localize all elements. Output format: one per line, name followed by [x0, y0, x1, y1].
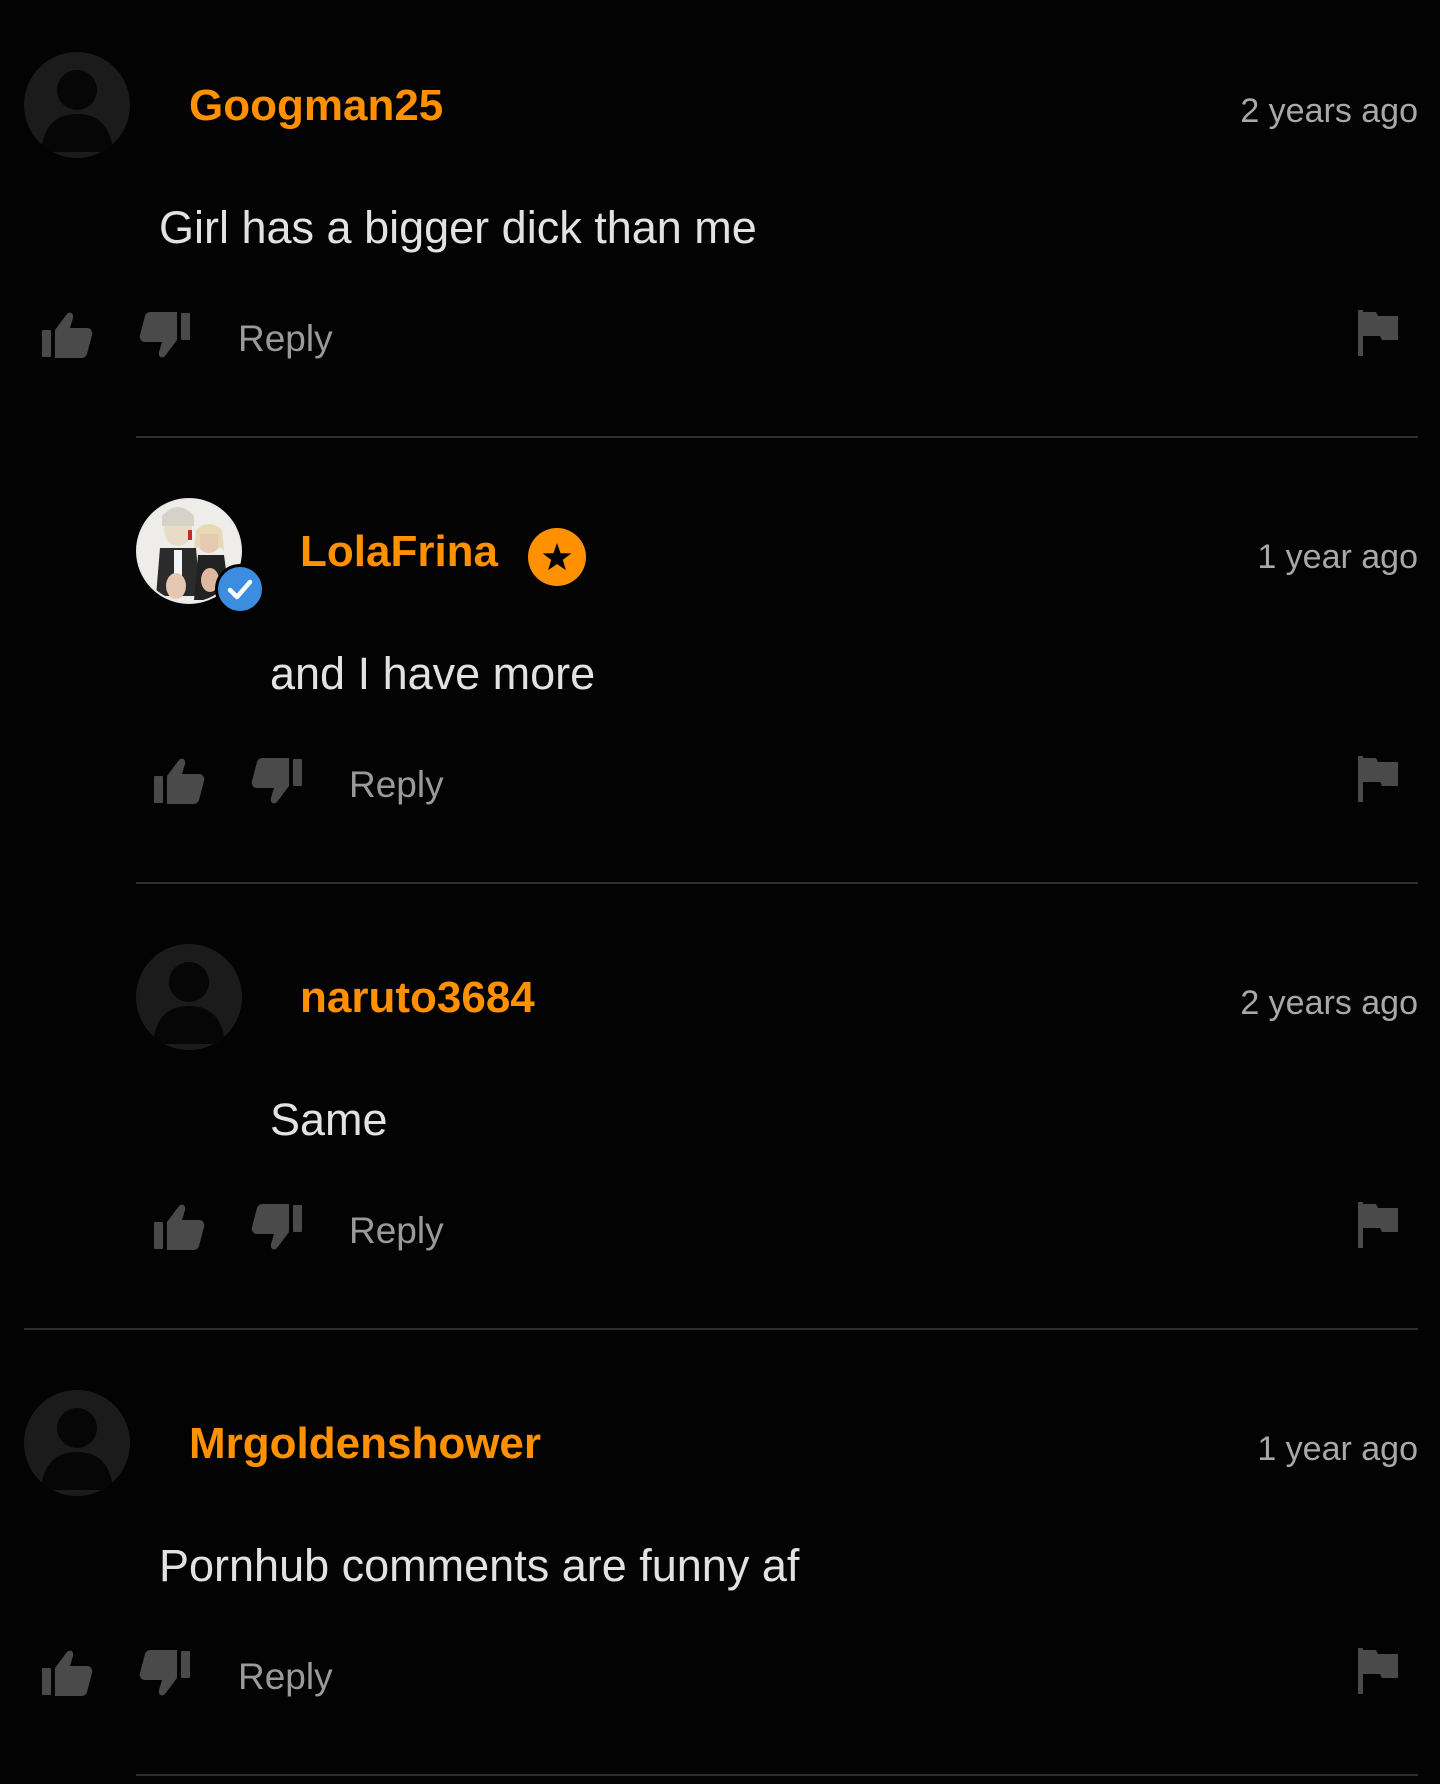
comment-divider [136, 1774, 1418, 1776]
comment-text: Same [270, 1094, 388, 1145]
avatar[interactable] [24, 1390, 130, 1496]
avatar[interactable] [136, 944, 242, 1050]
comment-item: naruto3684 2 years ago Same Reply [0, 892, 1440, 1338]
comment-divider [136, 436, 1418, 438]
thumbs-up-icon[interactable] [40, 310, 94, 360]
thumbs-up-icon[interactable] [152, 1202, 206, 1252]
flag-icon[interactable] [1356, 1646, 1400, 1696]
thumbs-down-icon[interactable] [250, 1202, 304, 1252]
comment-text: Pornhub comments are funny af [159, 1540, 800, 1591]
reply-button[interactable]: Reply [349, 1212, 444, 1249]
check-icon [227, 579, 253, 600]
comment-item: Googman25 2 years ago Girl has a bigger … [0, 0, 1440, 446]
comment-username[interactable]: Mrgoldenshower [189, 1422, 541, 1466]
thumbs-down-icon[interactable] [138, 310, 192, 360]
flag-icon[interactable] [1356, 754, 1400, 804]
comment-item: Mrgoldenshower 1 year ago Pornhub commen… [0, 1338, 1440, 1784]
comment-username[interactable]: Googman25 [189, 84, 443, 128]
comment-username[interactable]: naruto3684 [300, 976, 535, 1020]
thumbs-down-icon[interactable] [138, 1648, 192, 1698]
comment-item: LolaFrina 1 year ago and I have more Rep… [0, 446, 1440, 892]
comment-divider [24, 1328, 1418, 1330]
thumbs-down-icon[interactable] [250, 756, 304, 806]
star-badge [528, 528, 586, 586]
comment-username[interactable]: LolaFrina [300, 530, 498, 574]
reply-button[interactable]: Reply [238, 1658, 333, 1695]
comment-timestamp: 2 years ago [1240, 92, 1418, 130]
thumbs-up-icon[interactable] [152, 756, 206, 806]
comment-text: and I have more [270, 648, 596, 699]
flag-icon[interactable] [1356, 1200, 1400, 1250]
user-silhouette-icon [41, 70, 113, 152]
reply-button[interactable]: Reply [238, 320, 333, 357]
star-icon [542, 543, 572, 571]
user-silhouette-icon [153, 962, 225, 1044]
avatar[interactable] [24, 52, 130, 158]
comment-timestamp: 2 years ago [1240, 984, 1418, 1022]
comment-timestamp: 1 year ago [1257, 538, 1418, 576]
user-silhouette-icon [41, 1408, 113, 1490]
comment-text: Girl has a bigger dick than me [159, 202, 757, 253]
comment-divider [136, 882, 1418, 884]
comment-timestamp: 1 year ago [1257, 1430, 1418, 1468]
thumbs-up-icon[interactable] [40, 1648, 94, 1698]
reply-button[interactable]: Reply [349, 766, 444, 803]
verified-badge [215, 564, 265, 614]
flag-icon[interactable] [1356, 308, 1400, 358]
